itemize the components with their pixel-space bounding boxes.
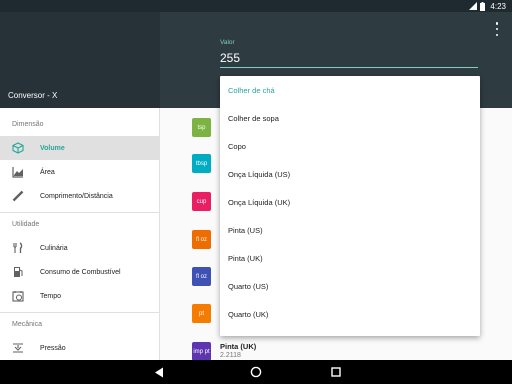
unit-name: Pinta (UK) — [220, 342, 257, 351]
unit-badge: pt — [192, 304, 211, 323]
nav-label: Culinária — [40, 244, 68, 252]
nav-item-comprimento[interactable]: Comprimento/Distância — [0, 184, 160, 208]
unit-badge: cup — [192, 192, 211, 211]
nav-label: Área — [40, 168, 55, 176]
pressure-icon — [12, 342, 24, 354]
unit-badge: tsp — [192, 118, 211, 137]
recents-button[interactable] — [330, 366, 342, 378]
home-button[interactable] — [250, 366, 262, 378]
overflow-menu-button[interactable] — [492, 22, 502, 36]
area-chart-icon — [12, 166, 24, 178]
value-input[interactable]: 255 — [220, 50, 478, 68]
drawer-header: Conversor - X — [0, 12, 160, 108]
nav-label: Volume — [40, 144, 65, 152]
unit-badge: fl oz — [192, 230, 211, 249]
unit-value: 2.2118 — [220, 352, 241, 359]
nav-label: Pressão — [40, 344, 66, 352]
status-icons: 4:23 — [469, 1, 506, 11]
nav-label: Comprimento/Distância — [40, 192, 113, 200]
nav-item-volume[interactable]: Volume — [0, 136, 160, 160]
fuel-pump-icon — [12, 266, 24, 278]
nav-item-combustivel[interactable]: Consumo de Combustível — [0, 260, 160, 284]
section-title-mecanica: Mecânica — [12, 321, 42, 328]
unit-dropdown-menu: Colher de chá Colher de sopa Copo Onça L… — [220, 76, 480, 336]
dropdown-item[interactable]: Onça Líquida (US) — [220, 160, 480, 188]
app-title: Conversor - X — [8, 91, 58, 100]
system-navigation-bar — [0, 360, 512, 384]
dropdown-item[interactable]: Colher de sopa — [220, 104, 480, 132]
navigation-drawer: Dimensão Volume Área Comprimento/Distânc… — [0, 108, 160, 360]
dropdown-item[interactable]: Quarto (UK) — [220, 300, 480, 328]
recents-icon — [331, 367, 341, 377]
dropdown-item[interactable]: Copo — [220, 132, 480, 160]
nav-item-tempo[interactable]: Tempo — [0, 284, 160, 308]
nav-item-culinaria[interactable]: Culinária — [0, 236, 160, 260]
dropdown-item[interactable]: Pinta (UK) — [220, 244, 480, 272]
home-icon — [250, 366, 262, 378]
nav-item-pressao[interactable]: Pressão — [0, 336, 160, 360]
dropdown-item[interactable]: Onça Líquida (UK) — [220, 188, 480, 216]
section-title-utilidade: Utilidade — [12, 221, 40, 228]
dropdown-item[interactable]: Quarto (US) — [220, 272, 480, 300]
unit-badge: fl oz — [192, 267, 211, 286]
divider — [0, 212, 160, 213]
back-icon — [155, 367, 163, 377]
battery-icon — [480, 1, 486, 11]
ruler-icon — [12, 190, 24, 202]
section-title-dimensao: Dimensão — [12, 121, 44, 128]
overflow-dot-icon — [495, 27, 499, 31]
signal-icon — [469, 2, 478, 10]
dropdown-item[interactable]: Colher de chá — [220, 76, 480, 104]
overflow-dot-icon — [495, 22, 499, 25]
clock-icon — [12, 290, 24, 302]
nav-label: Consumo de Combustível — [40, 268, 121, 276]
divider — [0, 312, 160, 313]
back-button[interactable] — [153, 366, 165, 378]
value-label: Valor — [220, 39, 235, 46]
dropdown-item[interactable]: Pinta (US) — [220, 216, 480, 244]
utensils-icon — [12, 242, 24, 254]
status-bar: 4:23 — [0, 0, 512, 12]
unit-badge: imp pt — [192, 342, 211, 361]
nav-item-area[interactable]: Área — [0, 160, 160, 184]
overflow-dot-icon — [495, 33, 499, 36]
screen: 4:23 Conversor - X Valor 255 Dimensão Vo… — [0, 0, 512, 384]
nav-label: Tempo — [40, 292, 62, 300]
cube-icon — [12, 142, 24, 154]
status-time: 4:23 — [490, 1, 506, 11]
unit-badge: tbsp — [192, 154, 211, 173]
